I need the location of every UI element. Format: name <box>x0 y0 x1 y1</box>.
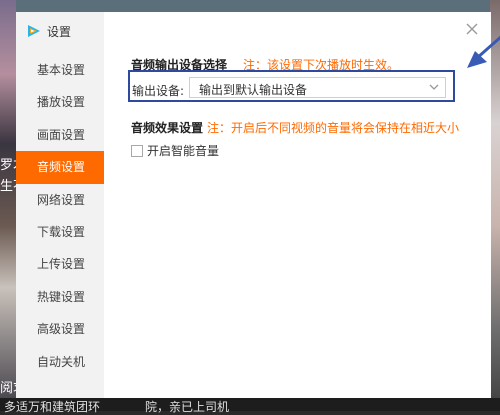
dialog-header: 设置 <box>26 22 71 40</box>
dialog-title: 设置 <box>47 24 72 39</box>
menu-item-advanced[interactable]: 高级设置 <box>16 313 104 345</box>
settings-sidebar: 设置 基本设置 播放设置 画面设置 音频设置 网络设置 下载设置 上传设置 热键… <box>16 12 104 398</box>
menu-item-hotkey[interactable]: 热键设置 <box>16 281 104 313</box>
output-device-select[interactable]: 输出到默认输出设备 <box>189 77 446 98</box>
smart-volume-checkbox[interactable] <box>131 144 143 157</box>
annotation-arrow-icon <box>467 35 500 68</box>
settings-dialog: 设置 基本设置 播放设置 画面设置 音频设置 网络设置 下载设置 上传设置 热键… <box>16 12 500 398</box>
tencent-video-logo-icon <box>28 25 40 37</box>
menu-item-network[interactable]: 网络设置 <box>16 184 104 216</box>
audio-effect-section-title: 音频效果设置 <box>131 121 204 135</box>
smart-volume-label: 开启智能音量 <box>147 144 220 158</box>
menu-item-download[interactable]: 下载设置 <box>16 216 104 248</box>
background-thumbnail-top <box>0 0 500 12</box>
smart-volume-option[interactable]: 开启智能音量 <box>131 142 219 159</box>
settings-content: 音频输出设备选择 注：该设置下次播放时生效。 输出设备: 输出到默认输出设备 音… <box>104 12 500 398</box>
output-device-value: 输出到默认输出设备 <box>199 83 308 97</box>
audio-effect-note: 注：开启后不同视频的音量将会保持在相近大小 <box>207 121 460 135</box>
settings-menu: 基本设置 播放设置 画面设置 音频设置 网络设置 下载设置 上传设置 热键设置 … <box>16 54 104 378</box>
output-device-label: 输出设备: <box>132 84 185 98</box>
background-caption: 多适万和建筑团环 <box>4 400 101 414</box>
chevron-down-icon <box>429 84 439 90</box>
menu-item-picture[interactable]: 画面设置 <box>16 119 104 151</box>
background-thumbnail-left <box>0 0 16 411</box>
menu-item-basic[interactable]: 基本设置 <box>16 54 104 86</box>
menu-item-upload[interactable]: 上传设置 <box>16 248 104 280</box>
menu-item-audio[interactable]: 音频设置 <box>16 151 104 184</box>
background-caption: 院，亲已上司机 <box>145 400 230 414</box>
menu-item-auto-shutdown[interactable]: 自动关机 <box>16 346 104 378</box>
menu-item-playback[interactable]: 播放设置 <box>16 86 104 118</box>
